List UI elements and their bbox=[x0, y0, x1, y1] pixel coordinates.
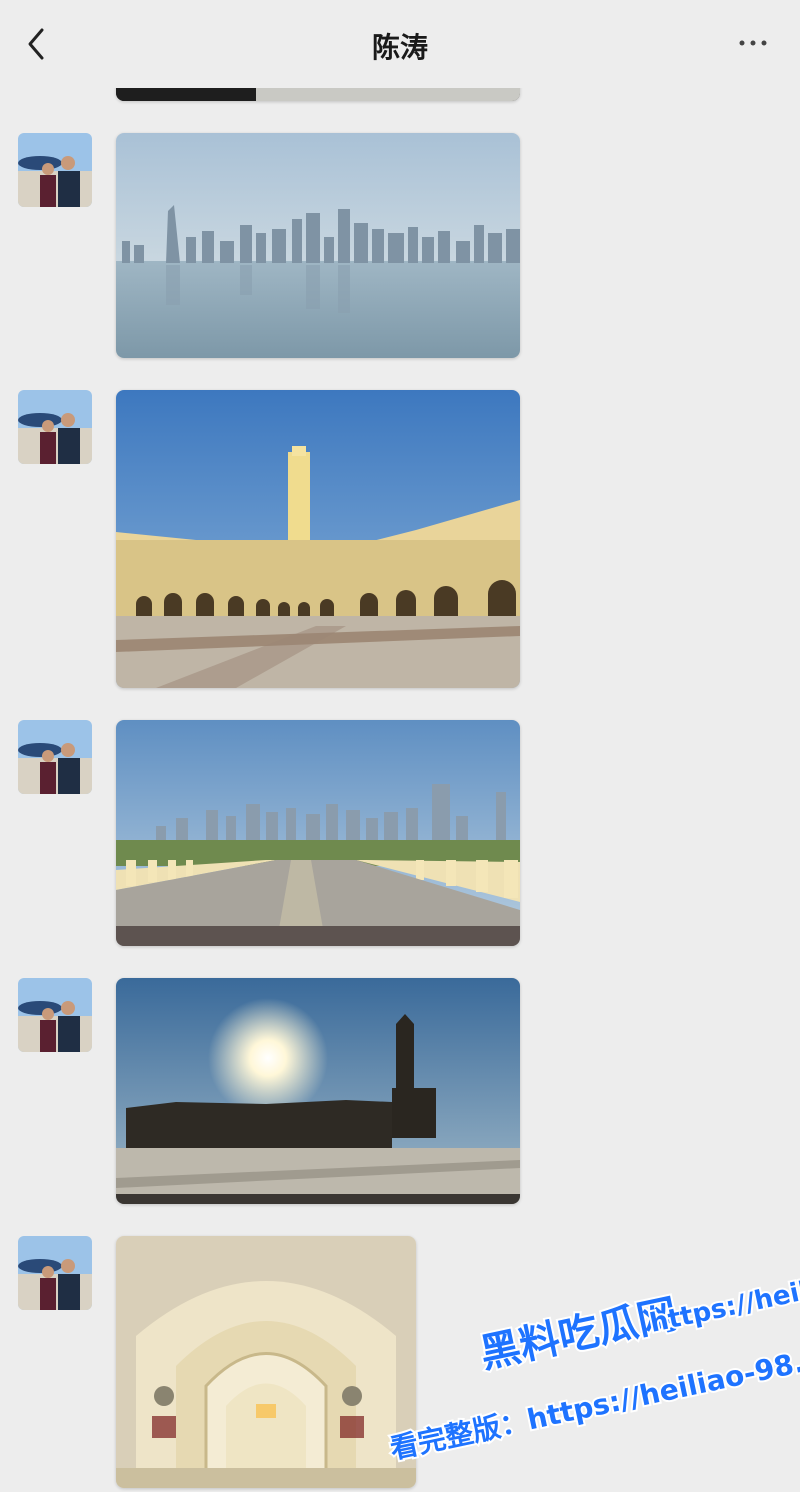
message-image-mosque-courtyard[interactable] bbox=[116, 390, 520, 688]
message-image-skyline-water[interactable] bbox=[116, 133, 520, 358]
sender-avatar[interactable] bbox=[18, 390, 92, 464]
message-image-skyline-walkway[interactable] bbox=[116, 720, 520, 946]
sender-avatar[interactable] bbox=[18, 978, 92, 1052]
chat-message-list bbox=[0, 0, 800, 1488]
sender-avatar[interactable] bbox=[18, 1236, 92, 1310]
chat-title: 陈涛 bbox=[371, 31, 428, 64]
watermark-brand: 黑料吃瓜网 bbox=[476, 1291, 681, 1378]
sender-avatar[interactable] bbox=[18, 720, 92, 794]
watermark: 黑料吃瓜网 https://heiliao-98.com 看完整版：https:… bbox=[360, 1241, 800, 1488]
message-image-mosque-sun[interactable] bbox=[116, 978, 520, 1204]
more-options-icon[interactable] bbox=[728, 30, 778, 56]
chat-header: 陈涛 bbox=[0, 0, 800, 88]
sender-avatar[interactable] bbox=[18, 133, 92, 207]
